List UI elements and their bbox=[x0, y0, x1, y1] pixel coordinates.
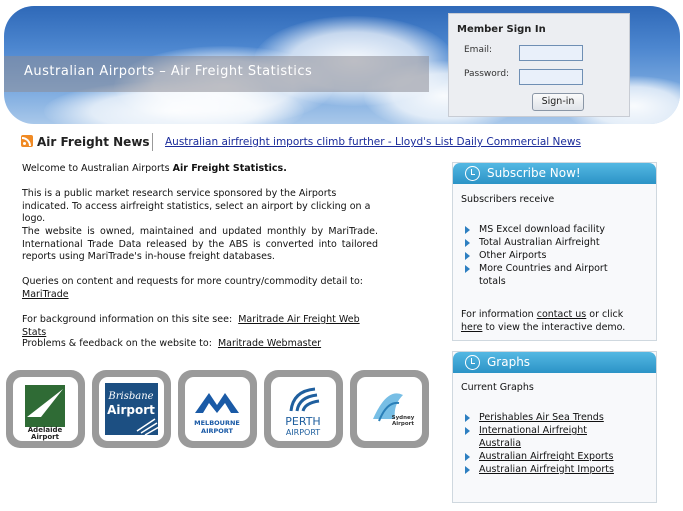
perth-line1: PERTH bbox=[285, 415, 320, 428]
email-field[interactable] bbox=[519, 45, 583, 61]
info-prefix: For information bbox=[461, 309, 537, 320]
clock-icon bbox=[465, 355, 480, 370]
subscribe-intro: Subscribers receive bbox=[461, 194, 555, 205]
graph-link-exports[interactable]: Australian Airfreight Exports bbox=[479, 451, 613, 462]
list-item: More Countries and Airport totals bbox=[463, 263, 619, 288]
bullet-arrow-icon bbox=[465, 414, 470, 422]
list-item: Australian Airfreight Imports bbox=[463, 464, 623, 477]
melbourne-airport-logo[interactable]: MELBOURNE AIRPORT bbox=[178, 370, 257, 448]
info-suffix: to view the interactive demo. bbox=[482, 322, 626, 333]
bullet-arrow-icon bbox=[465, 239, 470, 247]
graphs-panel: Graphs Current Graphs Perishables Air Se… bbox=[452, 351, 657, 503]
perth-airport-logo[interactable]: PERTH AIRPORT bbox=[264, 370, 343, 448]
perth-logo-icon: PERTH AIRPORT bbox=[285, 387, 321, 437]
sydney-logo-icon: Sydney Airport bbox=[373, 393, 415, 427]
subscribe-panel: Subscribe Now! Subscribers receive MS Ex… bbox=[452, 162, 657, 341]
background-paragraph: For background information on this site … bbox=[22, 314, 378, 339]
logo-inner: Adelaide Airport bbox=[13, 377, 78, 441]
melbourne-line2: AIRPORT bbox=[201, 427, 233, 435]
subscribe-list: MS Excel download facility Total Austral… bbox=[463, 224, 648, 289]
sydney-line2: Airport bbox=[392, 421, 414, 427]
password-field[interactable] bbox=[519, 69, 583, 85]
brisbane-line2: Airport bbox=[107, 403, 155, 417]
sign-in-heading: Member Sign In bbox=[457, 24, 546, 35]
graphs-title: Graphs bbox=[487, 355, 531, 369]
subscribe-header: Subscribe Now! bbox=[453, 163, 656, 184]
email-label: Email: bbox=[464, 45, 493, 55]
contact-us-link[interactable]: contact us bbox=[537, 309, 587, 320]
list-item: Other Airports bbox=[463, 250, 648, 263]
news-title: Air Freight News bbox=[37, 135, 150, 149]
password-label: Password: bbox=[464, 69, 510, 79]
logo-inner: Sydney Airport bbox=[357, 377, 422, 441]
list-item: International Airfreight Australia bbox=[463, 425, 599, 450]
intro-paragraph: This is a public market research service… bbox=[22, 188, 371, 224]
ownership-paragraph: The website is owned, maintained and upd… bbox=[22, 226, 378, 262]
list-item: Total Australian Airfreight bbox=[463, 237, 648, 250]
welcome-bold: Air Freight Statistics. bbox=[172, 163, 287, 174]
brisbane-logo-icon: Brisbane Airport bbox=[105, 383, 160, 436]
graphs-list: Perishables Air Sea Trends International… bbox=[463, 412, 623, 477]
background-text: For background information on this site … bbox=[22, 314, 233, 325]
graph-link-imports[interactable]: Australian Airfreight Imports bbox=[479, 464, 614, 475]
welcome-text: Welcome to Australian Airports Air Freig… bbox=[22, 163, 378, 176]
adelaide-airport-logo[interactable]: Adelaide Airport bbox=[6, 370, 85, 448]
bullet-arrow-icon bbox=[465, 427, 470, 435]
welcome-prefix: Welcome to Australian Airports bbox=[22, 163, 173, 174]
item-text: MS Excel download facility bbox=[479, 224, 606, 235]
perth-line2: AIRPORT bbox=[286, 428, 320, 437]
item-text: Other Airports bbox=[479, 250, 547, 261]
bullet-arrow-icon bbox=[465, 252, 470, 260]
member-sign-in-box: Member Sign In Email: Password: Sign-in bbox=[448, 13, 630, 117]
adelaide-line2: Airport bbox=[31, 433, 60, 441]
subscribe-title: Subscribe Now! bbox=[487, 166, 581, 180]
maritrade-link[interactable]: MariTrade bbox=[22, 289, 69, 300]
rss-icon[interactable] bbox=[21, 135, 33, 147]
divider bbox=[152, 133, 153, 151]
feedback-text: Problems & feedback on the website to: bbox=[22, 338, 212, 349]
feedback-paragraph: Problems & feedback on the website to: M… bbox=[22, 338, 378, 351]
news-headline-link[interactable]: Australian airfreight imports climb furt… bbox=[165, 136, 581, 148]
logo-inner: Brisbane Airport bbox=[99, 377, 164, 441]
bullet-arrow-icon bbox=[465, 226, 470, 234]
bullet-arrow-icon bbox=[465, 265, 470, 273]
graphs-header: Graphs bbox=[453, 352, 656, 373]
brisbane-line1: Brisbane bbox=[107, 391, 153, 402]
page-title: Australian Airports – Air Freight Statis… bbox=[24, 64, 313, 79]
logo-inner: PERTH AIRPORT bbox=[271, 377, 336, 441]
sign-in-button[interactable]: Sign-in bbox=[532, 93, 584, 111]
adelaide-logo-icon: Adelaide Airport bbox=[25, 385, 65, 441]
logo-inner: MELBOURNE AIRPORT bbox=[185, 377, 250, 441]
webmaster-link[interactable]: Maritrade Webmaster bbox=[218, 338, 321, 349]
graphs-intro: Current Graphs bbox=[461, 382, 534, 393]
list-item: Perishables Air Sea Trends bbox=[463, 412, 623, 425]
list-item: Australian Airfreight Exports bbox=[463, 451, 623, 464]
demo-here-link[interactable]: here bbox=[461, 322, 482, 333]
graph-link-international[interactable]: International Airfreight Australia bbox=[479, 425, 587, 449]
queries-text: Queries on content and requests for more… bbox=[22, 276, 364, 287]
item-text: Total Australian Airfreight bbox=[479, 237, 600, 248]
brisbane-airport-logo[interactable]: Brisbane Airport bbox=[92, 370, 171, 448]
item-text: More Countries and Airport totals bbox=[479, 263, 608, 287]
bullet-arrow-icon bbox=[465, 465, 470, 474]
info-mid: or click bbox=[586, 309, 624, 320]
sydney-airport-logo[interactable]: Sydney Airport bbox=[350, 370, 429, 448]
queries-paragraph: Queries on content and requests for more… bbox=[22, 276, 378, 301]
list-item: MS Excel download facility bbox=[463, 224, 648, 237]
graph-link-perishables[interactable]: Perishables Air Sea Trends bbox=[479, 412, 604, 423]
clock-icon bbox=[465, 166, 480, 181]
subscribe-info: For information contact us or click here… bbox=[461, 308, 651, 334]
melbourne-logo-icon: MELBOURNE AIRPORT bbox=[194, 393, 240, 435]
bullet-arrow-icon bbox=[465, 452, 470, 461]
melbourne-line1: MELBOURNE bbox=[194, 419, 240, 427]
